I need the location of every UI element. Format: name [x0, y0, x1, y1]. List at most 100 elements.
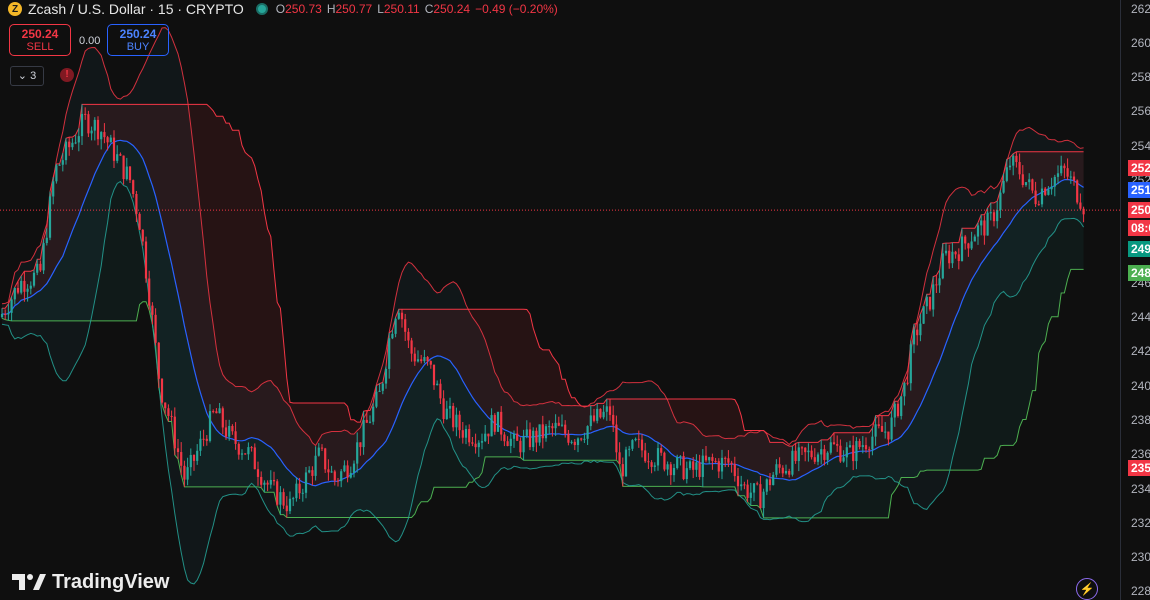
candle-body — [58, 164, 61, 166]
candle-body — [212, 411, 215, 413]
candle-body — [775, 464, 778, 475]
candle-body — [282, 492, 285, 506]
candle-body — [45, 237, 48, 244]
candle-body — [820, 449, 823, 455]
candle-body — [295, 483, 298, 499]
price-chart-canvas[interactable] — [0, 0, 1120, 600]
candle-body — [464, 428, 468, 438]
candle-body — [669, 464, 672, 476]
candle-body — [74, 142, 77, 144]
candle-body — [893, 403, 896, 418]
candle-body — [564, 424, 567, 434]
candle-body — [292, 498, 295, 500]
candle-body — [333, 471, 336, 481]
candle-body — [519, 440, 522, 453]
candle-body — [964, 236, 967, 244]
candle-body — [208, 411, 212, 441]
candle-body — [845, 447, 848, 458]
candle-body — [506, 441, 509, 446]
candle-body — [1021, 174, 1024, 186]
sell-label: SELL — [26, 41, 54, 53]
price-tick-label: 228 — [1131, 584, 1150, 599]
candle-body — [868, 449, 871, 451]
buy-button[interactable]: 250.24 BUY — [107, 24, 169, 56]
price-tick-label: 260 — [1131, 35, 1150, 50]
candle-body — [20, 280, 23, 293]
candle-body — [474, 443, 477, 448]
candle-body — [250, 447, 253, 449]
price-tick-label: 234 — [1131, 481, 1150, 496]
candle-body — [1053, 176, 1056, 187]
candle-body — [439, 383, 442, 399]
candle-body — [276, 481, 279, 505]
candle-body — [957, 254, 960, 261]
candle-body — [800, 447, 804, 449]
candle-body — [173, 416, 176, 449]
candle-body — [653, 465, 656, 467]
market-status-icon[interactable] — [255, 3, 268, 15]
candle-body — [903, 382, 906, 397]
candle-body — [183, 465, 186, 480]
candle-body — [634, 438, 637, 441]
candle-body — [836, 443, 839, 446]
candle-body — [698, 462, 701, 477]
candle-body — [976, 225, 980, 237]
candle-body — [676, 456, 679, 469]
candle-body — [151, 305, 154, 315]
candle-body — [842, 457, 845, 462]
candle-body — [256, 469, 260, 477]
candle-body — [762, 491, 765, 509]
candle-body — [375, 391, 378, 407]
candle-body — [164, 402, 167, 409]
candle-body — [544, 426, 548, 439]
candle-body — [560, 424, 564, 426]
symbol-title[interactable]: Zcash / U.S. Dollar · 15 · CRYPTO — [28, 1, 244, 17]
candle-body — [615, 424, 618, 453]
candle-body — [186, 467, 189, 480]
price-axis[interactable]: 2622602582562542522502482462442422402382… — [1120, 0, 1150, 600]
candle-body — [1031, 179, 1034, 191]
candle-body — [272, 479, 276, 482]
candle-body — [61, 160, 64, 165]
lightning-icon[interactable]: ⚡ — [1076, 578, 1098, 600]
candle-body — [650, 462, 653, 467]
candle-body — [864, 445, 868, 450]
candle-body — [884, 431, 887, 433]
candle-body — [618, 452, 621, 465]
candle-body — [503, 434, 506, 442]
candle-body — [218, 408, 221, 414]
tradingview-logo[interactable]: TradingView — [12, 570, 169, 594]
candle-body — [925, 296, 928, 307]
candle-body — [983, 220, 986, 236]
candle-body — [304, 472, 308, 493]
candle-body — [720, 457, 724, 472]
candle-body — [311, 470, 314, 476]
candle-body — [944, 250, 948, 254]
candle-body — [813, 457, 816, 462]
candle-body — [980, 220, 983, 226]
sell-button[interactable]: 250.24 SELL — [9, 24, 71, 56]
candle-body — [810, 450, 813, 458]
candle-body — [858, 441, 861, 448]
candle-body — [1018, 162, 1021, 175]
candle-body — [679, 455, 682, 457]
candle-body — [397, 312, 400, 319]
symbol-header: Z Zcash / U.S. Dollar · 15 · CRYPTO O250… — [8, 0, 563, 18]
candle-body — [1050, 186, 1053, 190]
candle-body — [100, 132, 103, 140]
spread-value: 0.00 — [79, 35, 101, 47]
indicators-collapse-button[interactable]: ⌄ 3 — [10, 66, 44, 86]
candle-body — [68, 141, 71, 148]
candle-body — [52, 181, 55, 197]
candle-body — [87, 114, 90, 134]
warning-icon[interactable]: ! — [60, 68, 74, 82]
candle-body — [948, 250, 951, 264]
candle-body — [477, 442, 480, 448]
candle-body — [410, 340, 413, 354]
candle-body — [640, 439, 644, 451]
candle-body — [346, 465, 349, 478]
candle-body — [224, 427, 228, 437]
candle-body — [400, 312, 404, 320]
candle-body — [103, 132, 106, 138]
candle-body — [260, 476, 263, 485]
